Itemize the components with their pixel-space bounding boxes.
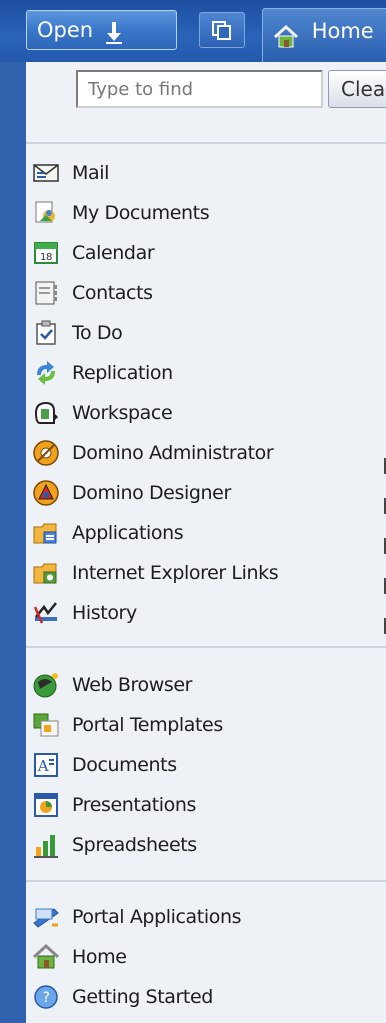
- contacts-icon: [35, 281, 57, 305]
- history-icon: [33, 602, 57, 624]
- tab-home-label: Home: [311, 19, 374, 43]
- presentations-icon: [34, 793, 58, 817]
- domino-designer-icon: [33, 480, 59, 506]
- list-item-calendar[interactable]: 18 Calendar: [32, 234, 386, 272]
- list-item-label: Web Browser: [72, 674, 193, 696]
- left-rail: [0, 62, 26, 1023]
- list-item-label: Home: [72, 946, 127, 968]
- list-item-replication[interactable]: Replication: [32, 354, 386, 392]
- list-item-label: Getting Started: [72, 986, 213, 1008]
- list-item-home[interactable]: Home: [32, 938, 386, 976]
- clear-button[interactable]: Clear: [328, 70, 386, 108]
- replication-icon: [37, 361, 55, 385]
- list-item-label: Internet Explorer Links: [72, 562, 279, 584]
- tab-home[interactable]: Home: [262, 8, 386, 62]
- todo-icon: [36, 320, 56, 345]
- search-row: Clear: [26, 62, 386, 130]
- download-arrow-icon: [104, 19, 124, 44]
- domino-administrator-icon: [33, 440, 59, 466]
- list-item-history[interactable]: History: [32, 594, 386, 632]
- windows-icon: [212, 21, 231, 40]
- getting-started-icon: ?: [34, 985, 58, 1009]
- mail-icon: [33, 164, 59, 182]
- my-documents-icon: [35, 201, 55, 223]
- list-item-portal-templates[interactable]: Portal Templates: [32, 706, 386, 744]
- list-item-label: Domino Administrator: [72, 442, 274, 464]
- open-list-panel: Clear Mail My Documents 18 Calendar: [26, 62, 386, 1023]
- section-divider: [26, 646, 386, 648]
- list-item-label: History: [72, 602, 137, 624]
- home-icon: [32, 943, 60, 969]
- portal-applications-icon: [33, 908, 59, 928]
- top-bar: Open Home: [0, 0, 386, 62]
- ie-links-folder-icon: [33, 563, 57, 584]
- list-item-getting-started[interactable]: ? Getting Started: [32, 978, 386, 1016]
- list-item-workspace[interactable]: Workspace: [32, 394, 386, 432]
- list-item-documents[interactable]: A Documents: [32, 746, 386, 784]
- documents-icon: A: [34, 753, 58, 777]
- list-item-label: To Do: [72, 322, 123, 344]
- list-item-my-documents[interactable]: My Documents: [32, 194, 386, 232]
- list-item-domino-administrator[interactable]: Domino Administrator: [32, 434, 386, 472]
- open-button[interactable]: Open: [26, 10, 177, 50]
- web-browser-icon: [33, 673, 58, 698]
- spreadsheets-icon: [34, 835, 58, 858]
- list-item-label: Documents: [72, 754, 177, 776]
- list-item-mail[interactable]: Mail: [32, 154, 386, 192]
- list-item-label: Domino Designer: [72, 482, 231, 504]
- list-item-label: My Documents: [72, 202, 210, 224]
- list-item-label: Portal Templates: [72, 714, 223, 736]
- list-item-label: Portal Applications: [72, 906, 242, 928]
- applications-folder-icon: [33, 523, 57, 544]
- portal-templates-icon: [33, 713, 59, 737]
- calendar-icon: 18: [34, 242, 58, 264]
- list-item-to-do[interactable]: To Do: [32, 314, 386, 352]
- svg-text:18: 18: [40, 252, 52, 263]
- home-icon: [273, 20, 299, 48]
- svg-text:?: ?: [42, 990, 49, 1006]
- list-item-contacts[interactable]: Contacts: [32, 274, 386, 312]
- list-item-label: Presentations: [72, 794, 197, 816]
- type-to-find-input[interactable]: [76, 70, 323, 108]
- list-item-domino-designer[interactable]: Domino Designer: [32, 474, 386, 512]
- list-item-presentations[interactable]: Presentations: [32, 786, 386, 824]
- list-item-spreadsheets[interactable]: Spreadsheets: [32, 826, 386, 864]
- list-item-applications[interactable]: Applications: [32, 514, 386, 552]
- list-item-label: Applications: [72, 522, 184, 544]
- open-button-label: Open: [37, 18, 94, 42]
- list-item-web-browser[interactable]: Web Browser: [32, 666, 386, 704]
- workspace-icon: [34, 401, 58, 424]
- switch-windows-button[interactable]: [199, 12, 245, 48]
- list-item-portal-applications[interactable]: Portal Applications: [32, 898, 386, 936]
- list-item-label: Calendar: [72, 242, 155, 264]
- svg-text:A: A: [37, 757, 49, 775]
- section-divider: [26, 142, 386, 144]
- list-item-label: Replication: [72, 362, 173, 384]
- list-item-label: Spreadsheets: [72, 834, 197, 856]
- list-item-label: Contacts: [72, 282, 153, 304]
- list-item-label: Workspace: [72, 402, 173, 424]
- section-divider: [26, 880, 386, 882]
- list-item-label: Mail: [72, 162, 109, 184]
- list-item-internet-explorer-links[interactable]: Internet Explorer Links: [32, 554, 386, 592]
